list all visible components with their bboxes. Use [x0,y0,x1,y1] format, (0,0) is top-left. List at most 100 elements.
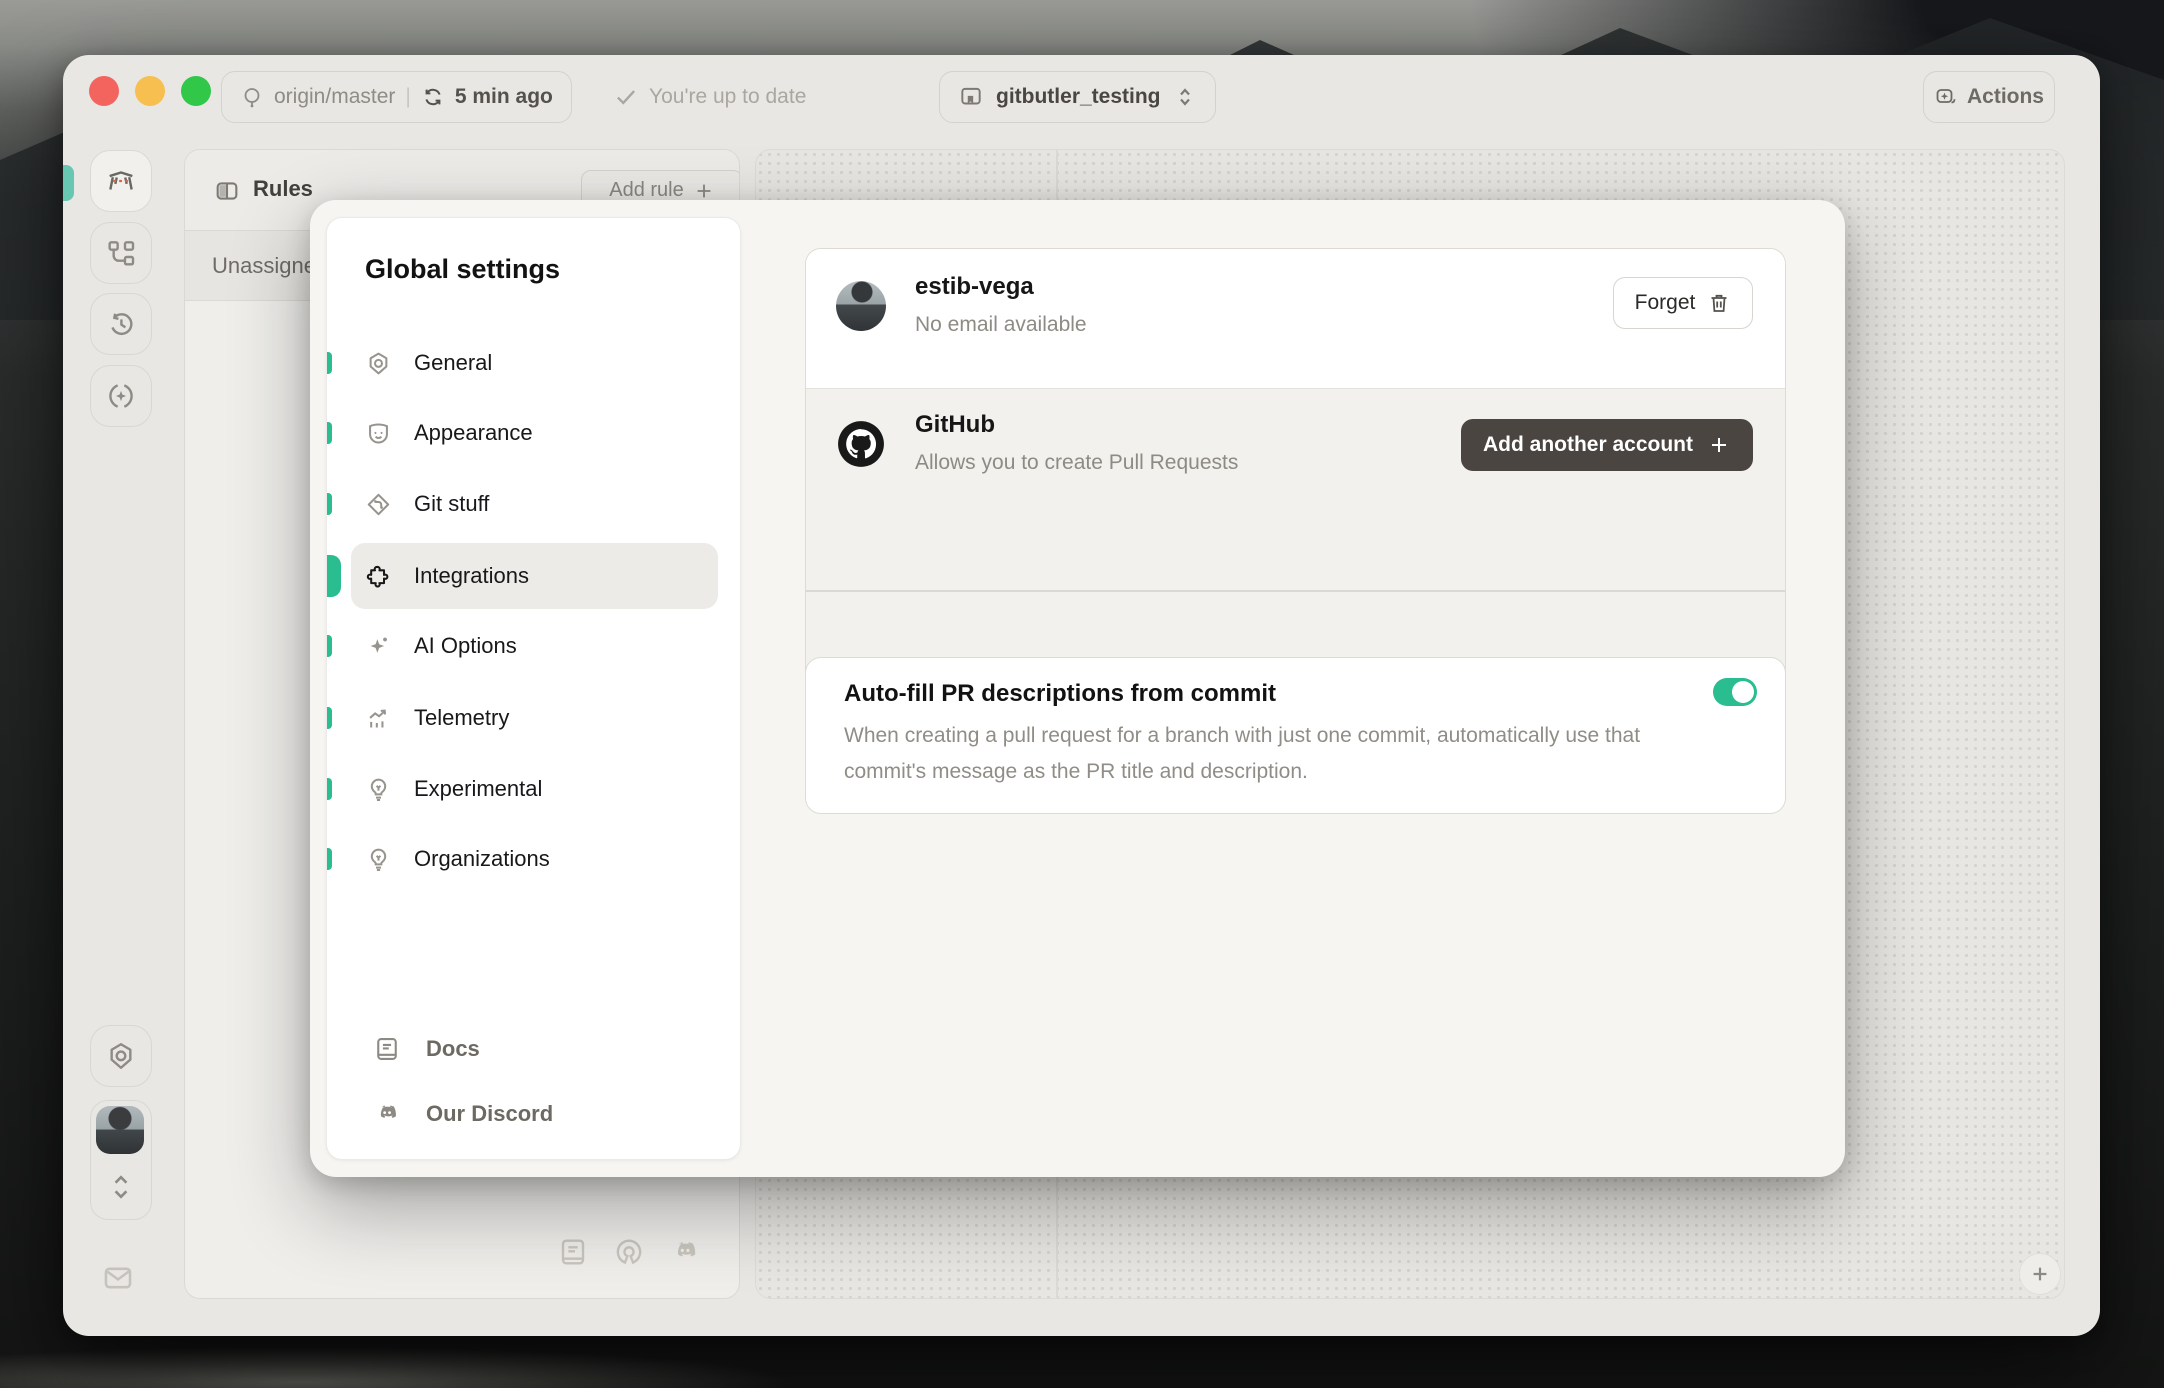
autofill-description: When creating a pull request for a branc… [844,718,1644,790]
nav-tick [327,848,332,870]
plus-icon [693,180,715,202]
ai-sparkle-icon [105,380,137,412]
actions-button[interactable]: Actions [1923,71,2055,123]
nav-tick [327,778,332,800]
remote-branch-icon [240,85,264,109]
nav-tick-selected [327,555,341,597]
nav-tick [327,707,332,729]
user-switcher[interactable] [90,1100,152,1220]
nav-tick [327,352,332,374]
modal-title: Global settings [365,254,560,285]
nav-label: Git stuff [414,491,489,517]
nav-label: Integrations [414,563,529,589]
discord-icon[interactable] [669,1236,701,1268]
nav-label: General [414,350,492,376]
mail-icon [101,1261,135,1295]
discord-icon [373,1100,401,1128]
github-title: GitHub [915,411,995,439]
user-avatar [96,1106,144,1154]
nav-label: Experimental [414,776,542,802]
nut-icon [365,350,392,377]
nav-label: AI Options [414,633,517,659]
history-view-button[interactable] [90,293,152,355]
git-diamond-icon [365,491,392,518]
nav-item-appearance[interactable]: Appearance [351,400,718,466]
bulb-icon [365,776,392,803]
add-another-account-button[interactable]: Add another account [1461,419,1753,471]
toggle-knob [1732,681,1754,703]
nav-item-telemetry[interactable]: Telemetry [351,685,718,751]
autofill-title: Auto-fill PR descriptions from commit [844,680,1276,708]
nav-item-general[interactable]: General [351,330,718,396]
nav-item-organizations[interactable]: Organizations [351,826,718,892]
nav-item-ai-options[interactable]: AI Options [351,613,718,679]
nav-label: Telemetry [414,705,509,731]
last-sync-time: 5 min ago [455,85,553,109]
zoom-window-button[interactable] [181,76,211,106]
ai-view-button[interactable] [90,365,152,427]
branches-view-button[interactable] [90,222,152,284]
open-source-icon[interactable] [613,1236,645,1268]
project-switcher[interactable]: gitbutler_testing [939,71,1216,123]
minimize-window-button[interactable] [135,76,165,106]
github-account-card: estib-vega No email available Forget Git… [805,248,1786,725]
workbench-icon [104,164,138,198]
account-row: estib-vega No email available Forget [806,249,1785,388]
refresh-icon [421,85,445,109]
nav-label: Appearance [414,420,533,446]
add-account-label: Add another account [1483,433,1693,457]
docs-label: Docs [426,1036,480,1062]
actions-label: Actions [1967,85,2044,109]
chevron-updown-icon [1173,85,1197,109]
sync-status-text: You're up to date [649,85,806,109]
forget-label: Forget [1635,291,1696,315]
feedback-mail-button[interactable] [101,1261,135,1295]
separator: | [405,85,410,109]
sync-status: You're up to date [613,71,806,123]
sparkle-icon [365,633,392,660]
branch-sync-button[interactable]: origin/master | 5 min ago [221,71,572,123]
trash-icon [1707,291,1731,315]
settings-nut-icon [105,1040,137,1072]
plus-icon [2029,1263,2051,1285]
add-lane-button[interactable] [2019,1253,2061,1295]
check-icon [613,84,639,110]
nav-item-git-stuff[interactable]: Git stuff [351,471,718,537]
account-name: estib-vega [915,273,1034,301]
chevron-updown-icon [91,1167,151,1207]
workbench-view-button[interactable] [90,150,152,212]
docs-icon[interactable] [557,1236,589,1268]
section-divider [805,590,1786,592]
bulb-icon [365,846,392,873]
project-name: gitbutler_testing [996,85,1161,109]
forget-account-button[interactable]: Forget [1613,277,1753,329]
discord-link[interactable]: Our Discord [351,1086,718,1142]
chart-icon [365,705,392,732]
settings-nav-card: Global settings General Appearance [326,217,741,1160]
history-icon [105,308,137,340]
actions-sparkle-icon [1934,83,1958,111]
autofill-pr-card: Auto-fill PR descriptions from commit Wh… [805,657,1786,814]
close-window-button[interactable] [89,76,119,106]
rules-columns-icon [213,177,241,205]
mask-icon [365,420,392,447]
nav-tick [327,422,332,444]
autofill-toggle[interactable] [1713,678,1757,706]
global-settings-modal: Global settings General Appearance [310,200,1845,1177]
active-view-indicator [63,165,74,201]
nav-tick [327,635,332,657]
nav-item-experimental[interactable]: Experimental [351,756,718,822]
rules-title: Rules [253,176,313,202]
github-description: Allows you to create Pull Requests [915,451,1238,475]
plus-icon [1707,433,1731,457]
puzzle-icon [365,563,392,590]
nav-tick [327,493,332,515]
nav-item-integrations[interactable]: Integrations [351,543,718,609]
discord-label: Our Discord [426,1101,553,1127]
branches-icon [105,237,137,269]
account-avatar [836,281,886,331]
settings-button[interactable] [90,1025,152,1087]
account-email-status: No email available [915,313,1087,337]
github-logo-icon [836,419,886,469]
docs-link[interactable]: Docs [351,1021,718,1077]
